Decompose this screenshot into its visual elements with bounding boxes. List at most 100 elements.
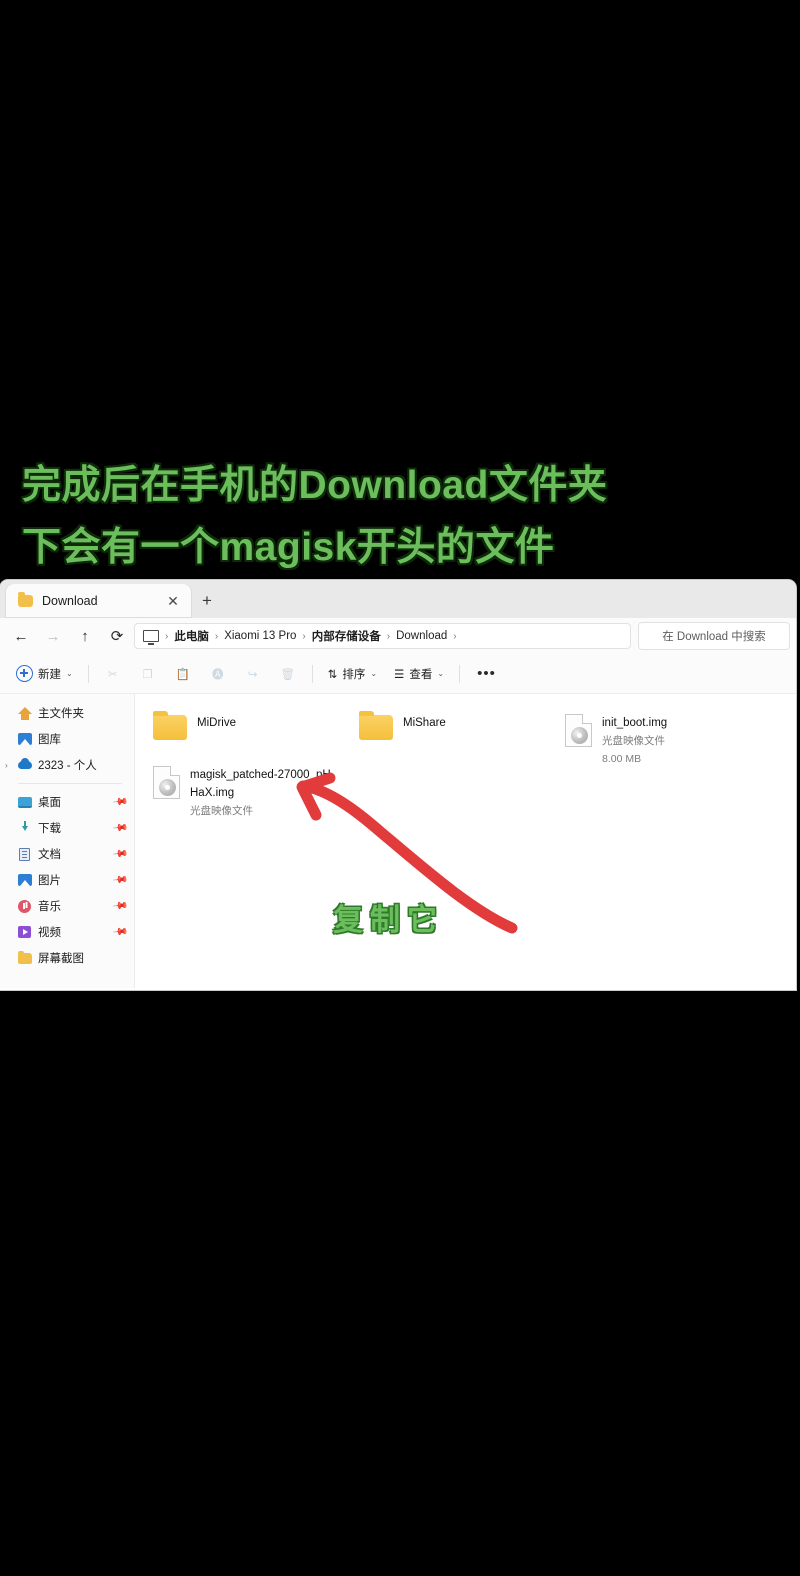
list-item[interactable]: magisk_patched-27000_pHHaX.img 光盘映像文件 [135, 758, 341, 817]
folder-icon [153, 710, 187, 740]
chevron-down-icon: ⌄ [437, 669, 445, 678]
breadcrumb-separator: › [165, 630, 169, 642]
pin-icon[interactable]: 📌 [111, 820, 128, 836]
breadcrumb-item-device[interactable]: Xiaomi 13 Pro [224, 630, 296, 642]
desktop-icon [18, 795, 32, 809]
file-kind: 光盘映像文件 [190, 805, 253, 817]
sidebar-item-label: 视频 [38, 927, 61, 939]
folder-icon [18, 592, 33, 607]
sidebar-item-home[interactable]: 主文件夹 [0, 700, 134, 726]
paste-icon[interactable]: 📋 [166, 660, 200, 688]
more-options-icon[interactable]: ••• [467, 665, 506, 682]
tutorial-caption: 完成后在手机的Download文件夹 下会有一个magisk开头的文件 [22, 464, 608, 569]
breadcrumb-item-this-pc[interactable]: 此电脑 [174, 628, 209, 644]
sort-button[interactable]: ⇅ 排序 ⌄ [320, 660, 385, 688]
sidebar-item-label: 图片 [38, 875, 61, 887]
folder-icon [359, 710, 393, 740]
file-kind: 光盘映像文件 [602, 735, 665, 747]
sidebar-item-downloads[interactable]: 下载 📌 [0, 815, 134, 841]
chevron-right-icon[interactable]: › [5, 761, 8, 770]
gallery-icon [18, 732, 32, 746]
sidebar-item-videos[interactable]: 视频 📌 [0, 919, 134, 945]
command-toolbar: 新建 ⌄ ✂ ❐ 📋 🅐 ↪ 🗑 ⇅ 排序 ⌄ ☰ 查看 ⌄ ••• [0, 654, 796, 694]
sort-icon: ⇅ [327, 668, 338, 681]
rename-icon[interactable]: 🅐 [201, 660, 235, 688]
file-grid: MiDrive MiShare init_boot.img 光盘映像文件 8.0… [135, 706, 796, 817]
view-button[interactable]: ☰ 查看 ⌄ [386, 660, 452, 688]
view-label: 查看 [409, 668, 433, 681]
sidebar-item-music[interactable]: 音乐 📌 [0, 893, 134, 919]
sidebar-item-documents[interactable]: 文档 📌 [0, 841, 134, 867]
sidebar-item-label: 2323 - 个人 [38, 760, 97, 772]
disc-image-file-icon [153, 766, 180, 799]
breadcrumb-item-download[interactable]: Download [396, 630, 447, 642]
file-name: magisk_patched-27000_pHHaX.img [190, 769, 331, 799]
share-icon[interactable]: ↪ [236, 660, 270, 688]
sidebar-item-pictures[interactable]: 图片 📌 [0, 867, 134, 893]
pin-icon[interactable]: 📌 [111, 872, 128, 888]
refresh-icon[interactable]: ⟳ [102, 622, 132, 650]
toolbar-divider [459, 664, 461, 683]
file-name: init_boot.img [602, 717, 668, 729]
file-size: 8.00 MB [602, 753, 642, 765]
close-icon[interactable]: ✕ [163, 594, 183, 608]
cut-icon[interactable]: ✂ [96, 660, 130, 688]
list-item[interactable]: MiShare [341, 706, 547, 758]
breadcrumb-item-internal-storage[interactable]: 内部存储设备 [312, 628, 381, 644]
breadcrumb-separator: › [214, 630, 219, 642]
window-body: 主文件夹 图库 › 2323 - 个人 桌面 📌 下载 📌 文档 📌 图片 📌 … [0, 694, 796, 988]
sidebar-item-gallery[interactable]: 图库 [0, 726, 134, 752]
videos-icon [18, 925, 32, 939]
pin-icon[interactable]: 📌 [111, 794, 128, 810]
back-icon[interactable]: ← [6, 622, 36, 650]
sidebar-item-label: 下载 [38, 823, 61, 835]
copy-it-annotation: 复制它 [333, 904, 444, 937]
file-list-pane[interactable]: MiDrive MiShare init_boot.img 光盘映像文件 8.0… [135, 694, 796, 988]
list-item[interactable]: MiDrive [135, 706, 341, 758]
navigation-pane: 主文件夹 图库 › 2323 - 个人 桌面 📌 下载 📌 文档 📌 图片 📌 … [0, 694, 135, 988]
sidebar-item-label: 屏幕截图 [38, 953, 84, 965]
onedrive-cloud-icon [18, 757, 32, 772]
pin-icon[interactable]: 📌 [111, 898, 128, 914]
search-input[interactable]: 在 Download 中搜索 [638, 622, 790, 650]
breadcrumb-separator: › [386, 630, 391, 642]
pin-icon[interactable]: 📌 [111, 924, 128, 940]
sidebar-item-desktop[interactable]: 桌面 📌 [0, 789, 134, 815]
music-icon [18, 899, 32, 913]
breadcrumb-separator: › [302, 630, 306, 642]
sort-label: 排序 [342, 668, 366, 681]
breadcrumb[interactable]: › 此电脑 › Xiaomi 13 Pro › 内部存储设备 › Downloa… [134, 623, 631, 649]
tab-download[interactable]: Download ✕ [6, 584, 191, 618]
sidebar-item-label: 桌面 [38, 797, 61, 809]
tab-title: Download [42, 594, 98, 608]
sidebar-item-label: 图库 [38, 734, 61, 746]
file-name: MiShare [403, 717, 446, 729]
sidebar-divider [18, 783, 122, 784]
folder-icon [18, 950, 32, 965]
disc-image-file-icon [565, 714, 592, 747]
pictures-icon [18, 873, 32, 887]
pin-icon[interactable]: 📌 [111, 846, 128, 862]
new-button[interactable]: 新建 ⌄ [8, 660, 81, 688]
toolbar-divider [87, 664, 89, 683]
toolbar-divider [311, 664, 313, 683]
new-button-label: 新建 [38, 668, 61, 681]
sidebar-item-label: 音乐 [38, 901, 61, 913]
up-icon[interactable]: ↑ [70, 622, 100, 650]
chevron-down-icon: ⌄ [370, 669, 378, 678]
downloads-icon [18, 821, 32, 835]
file-name: MiDrive [197, 717, 236, 729]
sidebar-item-screenshots[interactable]: 屏幕截图 [0, 945, 134, 971]
view-icon: ☰ [394, 668, 405, 681]
plus-circle-icon [16, 665, 33, 682]
delete-icon[interactable]: 🗑 [271, 660, 305, 688]
address-bar: ← → ↑ ⟳ › 此电脑 › Xiaomi 13 Pro › 内部存储设备 ›… [0, 618, 796, 654]
breadcrumb-separator: › [453, 630, 457, 642]
forward-icon[interactable]: → [38, 622, 68, 650]
sidebar-item-label: 文档 [38, 849, 61, 861]
copy-icon[interactable]: ❐ [131, 660, 165, 688]
list-item[interactable]: init_boot.img 光盘映像文件 8.00 MB [547, 706, 753, 765]
new-tab-button[interactable]: + [191, 584, 223, 618]
home-icon [18, 706, 32, 720]
sidebar-item-onedrive[interactable]: › 2323 - 个人 [0, 752, 134, 778]
